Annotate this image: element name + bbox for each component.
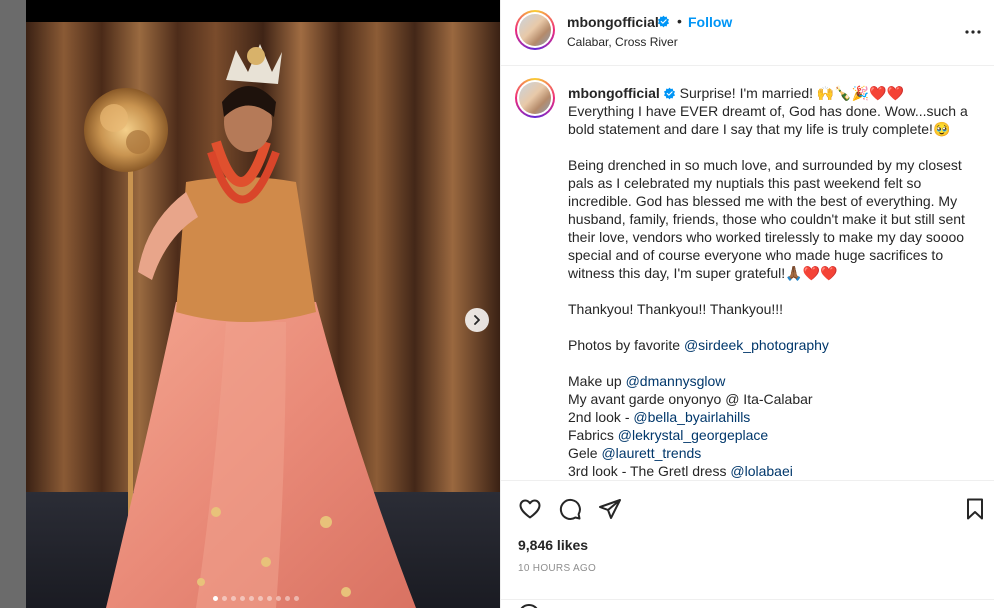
- makeup-credit-label: Make up: [568, 373, 622, 389]
- avant-garde-line: My avant garde onyonyo @ Ita-Calabar: [568, 391, 813, 407]
- page-backdrop-left: [0, 0, 26, 608]
- third-look-label: 3rd look - The Gretl dress: [568, 463, 727, 479]
- mention-link[interactable]: @sirdeek_photography: [684, 337, 829, 353]
- carousel-next-button[interactable]: [465, 308, 489, 332]
- carousel-dot: [258, 596, 263, 601]
- add-comment-emoji-icon[interactable]: [518, 604, 540, 608]
- comment-icon[interactable]: [558, 497, 582, 521]
- mention-link[interactable]: @lekrystal_georgeplace: [618, 427, 768, 443]
- more-options-icon[interactable]: [963, 22, 983, 42]
- carousel-dot: [294, 596, 299, 601]
- mention-link[interactable]: @laurett_trends: [601, 445, 701, 461]
- carousel-dot: [285, 596, 290, 601]
- mention-link[interactable]: @bella_byairlahills: [633, 409, 750, 425]
- carousel-dot: [222, 596, 227, 601]
- caption-paragraph-2: Being drenched in so much love, and surr…: [568, 157, 965, 281]
- media-top-bar: [26, 0, 500, 22]
- avatar[interactable]: [515, 10, 555, 50]
- post-media: [26, 22, 500, 608]
- second-look-label: 2nd look -: [568, 409, 630, 425]
- carousel-dot: [240, 596, 245, 601]
- photos-credit-label: Photos by favorite: [568, 337, 681, 353]
- post-actions: 9,846 likes 10 HOURS AGO: [501, 480, 994, 608]
- mention-link[interactable]: @dmannysglow: [626, 373, 726, 389]
- post-header: mbongofficial • Follow Calabar, Cross Ri…: [501, 0, 994, 66]
- carousel-dot: [231, 596, 236, 601]
- mention-link[interactable]: @lolabaei: [730, 463, 792, 479]
- post-location[interactable]: Calabar, Cross River: [567, 35, 678, 49]
- caption-section: mbongofficial Surprise! I'm married! 🙌🍾🎉…: [501, 66, 994, 480]
- chevron-right-icon: [474, 315, 480, 325]
- caption-intro: Surprise! I'm married! 🙌🍾🎉❤️❤️: [679, 85, 905, 101]
- caption-text: mbongofficial Surprise! I'm married! 🙌🍾🎉…: [568, 84, 968, 480]
- gele-credit-label: Gele: [568, 445, 598, 461]
- carousel-dot: [213, 596, 218, 601]
- likes-count[interactable]: 9,846 likes: [518, 537, 588, 553]
- caption-paragraph-3: Thankyou! Thankyou!! Thankyou!!!: [568, 301, 784, 317]
- post-photo: [26, 22, 500, 608]
- post-detail-panel: mbongofficial • Follow Calabar, Cross Ri…: [500, 0, 994, 608]
- header-username[interactable]: mbongofficial: [567, 14, 659, 30]
- share-icon[interactable]: [598, 497, 622, 521]
- follow-button[interactable]: Follow: [688, 14, 732, 30]
- verified-badge-icon: [657, 15, 670, 28]
- fabrics-credit-label: Fabrics: [568, 427, 614, 443]
- divider: [501, 599, 994, 600]
- header-separator: •: [677, 13, 682, 29]
- caption-line-2: Everything I have EVER dreamt of, God ha…: [568, 103, 968, 137]
- caption-avatar[interactable]: [515, 78, 555, 118]
- carousel-dot: [249, 596, 254, 601]
- carousel-indicator: [213, 596, 299, 601]
- post-timestamp[interactable]: 10 HOURS AGO: [518, 563, 596, 574]
- heart-icon[interactable]: [518, 497, 542, 521]
- carousel-dot: [267, 596, 272, 601]
- bookmark-icon[interactable]: [963, 497, 987, 521]
- verified-badge-icon: [663, 87, 675, 100]
- carousel-dot: [276, 596, 281, 601]
- caption-username[interactable]: mbongofficial: [568, 85, 660, 101]
